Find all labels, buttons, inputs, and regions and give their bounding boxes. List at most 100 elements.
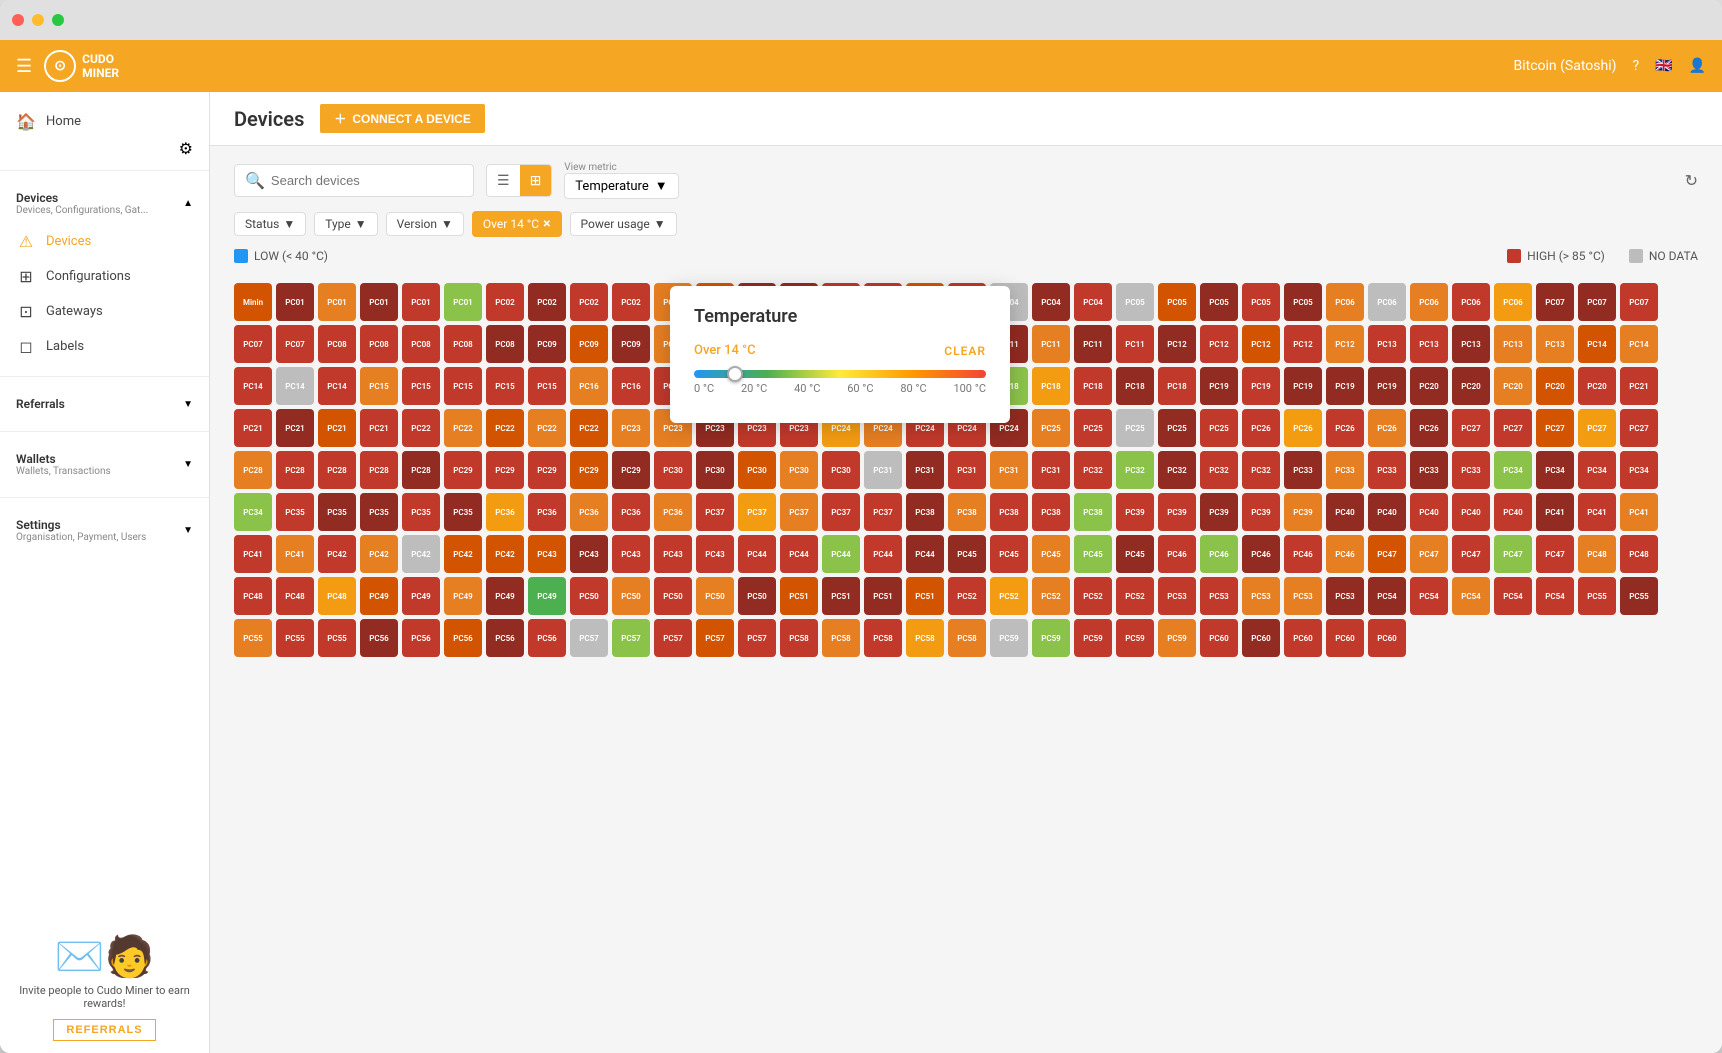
device-tile[interactable]: PC05 (1284, 283, 1322, 321)
device-tile[interactable]: PC25 (1158, 409, 1196, 447)
device-tile[interactable]: PC55 (318, 619, 356, 657)
device-tile[interactable]: PC05 (1158, 283, 1196, 321)
device-tile[interactable]: PC58 (780, 619, 818, 657)
device-tile[interactable]: PC07 (234, 325, 272, 363)
device-tile[interactable]: PC53 (1200, 577, 1238, 615)
device-tile[interactable]: PC15 (528, 367, 566, 405)
device-tile[interactable]: PC34 (1578, 451, 1616, 489)
device-tile[interactable]: PC14 (318, 367, 356, 405)
device-tile[interactable]: PC13 (1452, 325, 1490, 363)
device-tile[interactable]: PC37 (864, 493, 902, 531)
device-tile[interactable]: PC36 (612, 493, 650, 531)
device-tile[interactable]: PC20 (1578, 367, 1616, 405)
device-tile[interactable]: PC45 (1074, 535, 1112, 573)
device-tile[interactable]: PC60 (1368, 619, 1406, 657)
devices-chevron[interactable]: ▲ (183, 198, 193, 209)
device-tile[interactable]: PC21 (1620, 367, 1658, 405)
device-tile[interactable]: PC47 (1536, 535, 1574, 573)
metric-selector[interactable]: View metric Temperature ▼ (564, 162, 678, 199)
list-view-button[interactable]: ☰ (487, 165, 520, 196)
settings-chevron[interactable]: ▼ (183, 525, 193, 536)
device-tile[interactable]: PC08 (318, 325, 356, 363)
device-tile[interactable]: PC50 (738, 577, 776, 615)
device-tile[interactable]: PC57 (696, 619, 734, 657)
device-tile[interactable]: PC59 (1116, 619, 1154, 657)
device-tile[interactable]: PC01 (318, 283, 356, 321)
device-tile[interactable]: PC04 (1032, 283, 1070, 321)
referrals-button[interactable]: REFERRALS (53, 1019, 155, 1041)
device-tile[interactable]: PC38 (948, 493, 986, 531)
device-tile[interactable]: PC57 (612, 619, 650, 657)
device-tile[interactable]: PC48 (318, 577, 356, 615)
device-tile[interactable]: PC09 (570, 325, 608, 363)
referrals-section-header[interactable]: Referrals ▼ (0, 389, 209, 419)
device-tile[interactable]: PC08 (486, 325, 524, 363)
device-tile[interactable]: PC49 (402, 577, 440, 615)
device-tile[interactable]: PC42 (402, 535, 440, 573)
device-tile[interactable]: PC36 (570, 493, 608, 531)
device-tile[interactable]: PC42 (360, 535, 398, 573)
device-tile[interactable]: PC48 (1620, 535, 1658, 573)
device-tile[interactable]: PC40 (1368, 493, 1406, 531)
device-tile[interactable]: PC59 (1158, 619, 1196, 657)
settings-section-header[interactable]: Settings Organisation, Payment, Users ▼ (0, 510, 209, 551)
device-tile[interactable]: PC14 (1578, 325, 1616, 363)
device-tile[interactable]: PC40 (1410, 493, 1448, 531)
device-tile[interactable]: PC27 (1620, 409, 1658, 447)
device-tile[interactable]: PC47 (1368, 535, 1406, 573)
device-tile[interactable]: PC45 (1032, 535, 1070, 573)
device-tile[interactable]: PC29 (612, 451, 650, 489)
device-tile[interactable]: PC12 (1158, 325, 1196, 363)
device-tile[interactable]: PC23 (612, 409, 650, 447)
device-tile[interactable]: PC15 (486, 367, 524, 405)
sidebar-item-labels[interactable]: ◻ Labels (0, 329, 209, 364)
device-tile[interactable]: PC33 (1326, 451, 1364, 489)
settings-icon[interactable]: ⚙ (179, 139, 193, 158)
device-tile[interactable]: PC31 (1032, 451, 1070, 489)
device-tile[interactable]: PC08 (402, 325, 440, 363)
device-tile[interactable]: PC09 (528, 325, 566, 363)
device-tile[interactable]: PC20 (1494, 367, 1532, 405)
device-tile[interactable]: PC01 (444, 283, 482, 321)
device-tile[interactable]: PC57 (738, 619, 776, 657)
device-tile[interactable]: PC59 (1074, 619, 1112, 657)
device-tile[interactable]: PC02 (486, 283, 524, 321)
device-tile[interactable]: PC47 (1410, 535, 1448, 573)
help-icon[interactable]: ? (1633, 58, 1640, 74)
close-button[interactable] (12, 14, 24, 26)
device-tile[interactable]: PC52 (1032, 577, 1070, 615)
temp-filter[interactable]: Over 14 °C × (472, 211, 562, 237)
device-tile[interactable]: PC19 (1368, 367, 1406, 405)
device-tile[interactable]: PC49 (528, 577, 566, 615)
device-tile[interactable]: PC48 (276, 577, 314, 615)
device-tile[interactable]: PC05 (1116, 283, 1154, 321)
device-tile[interactable]: PC02 (570, 283, 608, 321)
device-tile[interactable]: PC25 (1116, 409, 1154, 447)
device-tile[interactable]: PC44 (864, 535, 902, 573)
device-tile[interactable]: PC14 (276, 367, 314, 405)
device-tile[interactable]: PC08 (360, 325, 398, 363)
wallets-section-header[interactable]: Wallets Wallets, Transactions ▼ (0, 444, 209, 485)
device-tile[interactable]: PC31 (948, 451, 986, 489)
device-tile[interactable]: PC37 (696, 493, 734, 531)
device-tile[interactable]: PC15 (360, 367, 398, 405)
device-tile[interactable]: PC19 (1242, 367, 1280, 405)
device-tile[interactable]: PC13 (1368, 325, 1406, 363)
device-tile[interactable]: PC22 (444, 409, 482, 447)
device-tile[interactable]: PC50 (612, 577, 650, 615)
device-tile[interactable]: PC48 (1578, 535, 1616, 573)
device-tile[interactable]: PC53 (1158, 577, 1196, 615)
device-tile[interactable]: PC06 (1368, 283, 1406, 321)
device-tile[interactable]: PC05 (1242, 283, 1280, 321)
device-tile[interactable]: PC19 (1200, 367, 1238, 405)
device-tile[interactable]: PC46 (1242, 535, 1280, 573)
device-tile[interactable]: PC50 (654, 577, 692, 615)
device-tile[interactable]: PC58 (822, 619, 860, 657)
device-tile[interactable]: PC41 (1620, 493, 1658, 531)
device-tile[interactable]: PC41 (234, 535, 272, 573)
device-tile[interactable]: PC52 (948, 577, 986, 615)
device-tile[interactable]: PC42 (486, 535, 524, 573)
device-tile[interactable]: PC33 (1452, 451, 1490, 489)
device-tile[interactable]: PC30 (738, 451, 776, 489)
device-tile[interactable]: PC38 (906, 493, 944, 531)
